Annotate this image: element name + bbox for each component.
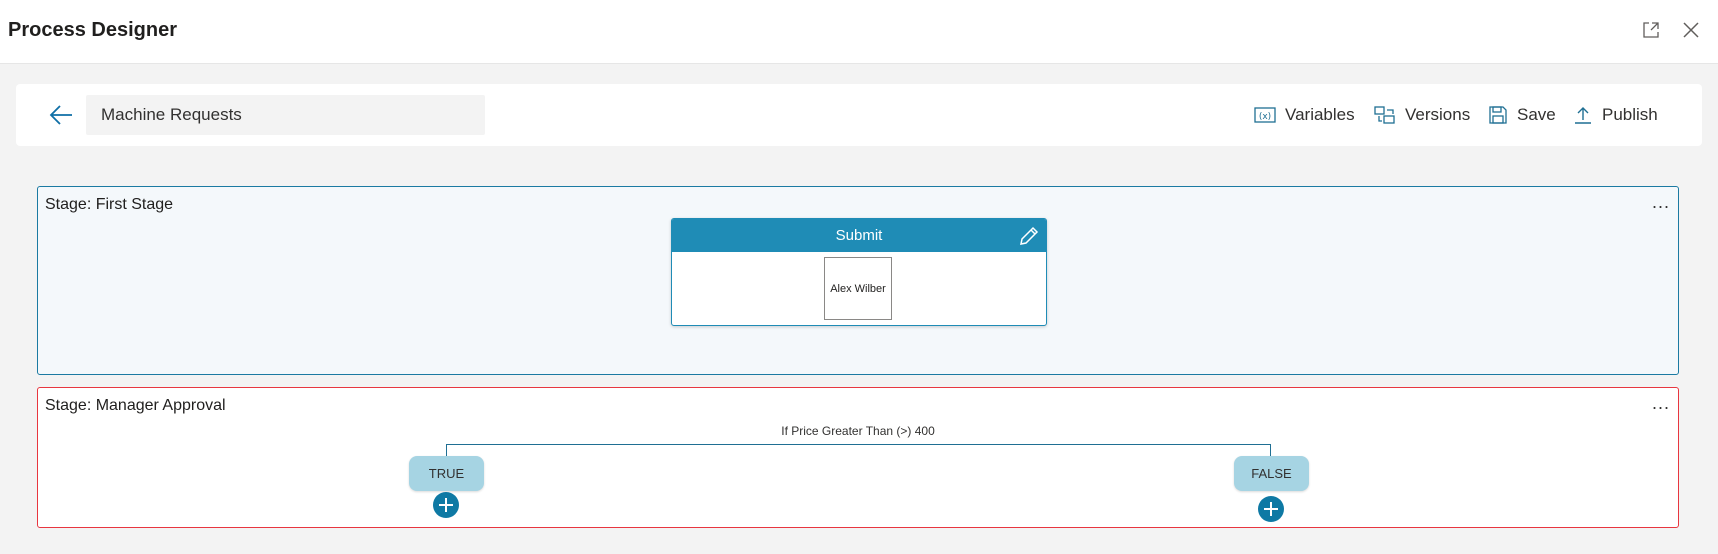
variables-icon: (x) bbox=[1254, 107, 1276, 123]
add-step-false-button[interactable] bbox=[1258, 496, 1284, 522]
assignee-name: Alex Wilber bbox=[830, 282, 886, 295]
stage-first-stage: Stage: First Stage ... Submit Alex Wilbe… bbox=[37, 186, 1679, 375]
save-label: Save bbox=[1517, 105, 1556, 124]
condition-label: If Price Greater Than (>) 400 bbox=[781, 424, 935, 438]
app-title: Process Designer bbox=[8, 19, 177, 41]
step-card-submit[interactable]: Submit Alex Wilber bbox=[671, 218, 1047, 326]
pencil-icon[interactable] bbox=[1018, 225, 1040, 247]
title-bar: Process Designer bbox=[0, 0, 1718, 64]
stage-label: Stage: First Stage bbox=[45, 196, 174, 213]
add-step-true-button[interactable] bbox=[433, 492, 459, 518]
variables-button[interactable]: (x) Variables bbox=[1254, 102, 1355, 128]
stage-label: Stage: Manager Approval bbox=[45, 397, 226, 414]
process-name-input[interactable] bbox=[86, 95, 485, 135]
arrow-left-icon[interactable] bbox=[48, 103, 74, 127]
more-options-button[interactable]: ... bbox=[1652, 193, 1670, 211]
condition-connector bbox=[446, 444, 1271, 445]
versions-icon bbox=[1374, 106, 1395, 124]
plus-icon bbox=[1264, 502, 1278, 516]
close-icon[interactable] bbox=[1681, 20, 1701, 40]
variables-label: Variables bbox=[1285, 105, 1355, 124]
assignee-box[interactable]: Alex Wilber bbox=[824, 257, 892, 320]
save-button[interactable]: Save bbox=[1488, 102, 1556, 128]
stage-manager-approval: Stage: Manager Approval ... If Price Gre… bbox=[37, 387, 1679, 528]
upload-icon bbox=[1575, 107, 1591, 124]
svg-text:(x): (x) bbox=[1259, 112, 1271, 122]
publish-label: Publish bbox=[1602, 105, 1658, 124]
false-branch[interactable]: FALSE bbox=[1234, 456, 1309, 491]
versions-label: Versions bbox=[1405, 105, 1471, 124]
save-icon bbox=[1489, 106, 1507, 124]
step-header: Submit bbox=[672, 219, 1046, 252]
step-title: Submit bbox=[835, 227, 883, 244]
process-toolbar: (x) Variables Versions Save Publish bbox=[16, 84, 1702, 146]
versions-button[interactable]: Versions bbox=[1374, 102, 1470, 128]
more-options-button[interactable]: ... bbox=[1652, 394, 1670, 412]
true-branch[interactable]: TRUE bbox=[409, 456, 484, 491]
publish-button[interactable]: Publish bbox=[1573, 102, 1658, 128]
expand-icon[interactable] bbox=[1641, 20, 1661, 40]
plus-icon bbox=[439, 498, 453, 512]
false-branch-label: FALSE bbox=[1251, 466, 1292, 481]
true-branch-label: TRUE bbox=[428, 466, 465, 481]
